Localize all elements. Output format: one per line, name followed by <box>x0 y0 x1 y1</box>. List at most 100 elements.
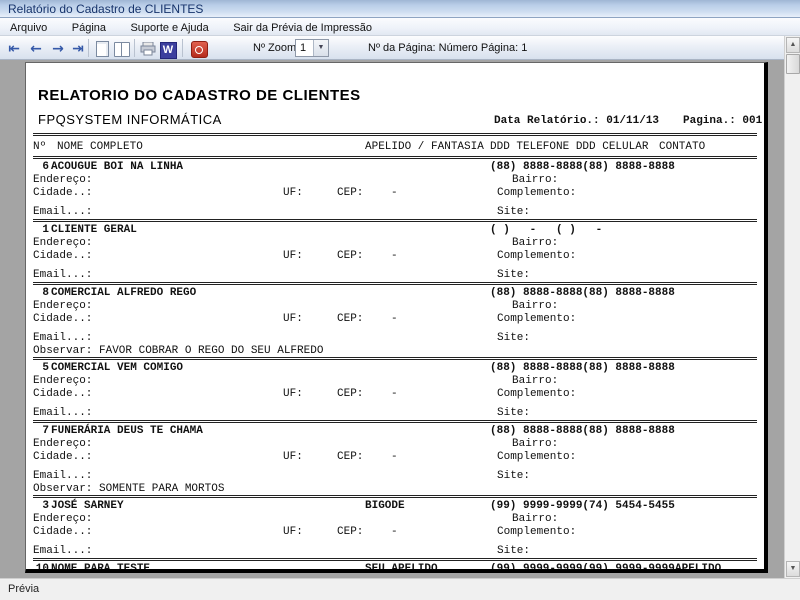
vertical-scrollbar[interactable]: ▲ ▼ <box>784 36 800 578</box>
bairro-label: Bairro: <box>512 438 558 451</box>
email-label: Email...: <box>33 269 92 282</box>
record-address-row: Endereço: Bairro: <box>33 513 757 526</box>
email-label: Email...: <box>33 470 92 483</box>
complemento-label: Complemento: <box>497 451 576 464</box>
report-company: FPQSYSTEM INFORMÁTICA <box>38 112 222 127</box>
record-number: 1 <box>33 224 49 237</box>
email-label: Email...: <box>33 332 92 345</box>
single-page-icon <box>96 41 109 57</box>
bairro-label: Bairro: <box>512 300 558 313</box>
observar-value: SOMENTE PARA MORTOS <box>99 483 224 496</box>
site-label: Site: <box>497 470 530 483</box>
column-header-apelido: APELIDO / FANTASIA <box>365 141 484 154</box>
next-page-button[interactable]: → <box>48 38 68 58</box>
record-name: NOME PARA TESTE <box>51 563 150 569</box>
uf-label: UF: <box>283 388 303 401</box>
record-phone: ( ) - ( ) - <box>490 224 602 237</box>
record-name-row: 5 COMERCIAL VEM COMIGO (88) 8888-8888(88… <box>33 362 757 375</box>
client-record: 3 JOSÉ SARNEY BIGODE (99) 9999-9999(74) … <box>33 498 757 561</box>
bairro-label: Bairro: <box>512 174 558 187</box>
record-name-row: 7 FUNERÁRIA DEUS TE CHAMA (88) 8888-8888… <box>33 425 757 438</box>
scrollbar-thumb[interactable] <box>786 54 800 74</box>
cep-label: CEP: <box>337 250 363 263</box>
site-label: Site: <box>497 545 530 558</box>
scroll-up-icon: ▲ <box>790 41 797 48</box>
record-observar-row: Observar: SOMENTE PARA MORTOS <box>33 483 757 495</box>
preview-area: RELATORIO DO CADASTRO DE CLIENTES FPQSYS… <box>0 60 784 578</box>
cidade-label: Cidade..: <box>33 526 92 539</box>
record-address-row: Endereço: Bairro: <box>33 438 757 451</box>
cidade-label: Cidade..: <box>33 187 92 200</box>
single-page-view-button[interactable] <box>92 38 112 58</box>
cidade-label: Cidade..: <box>33 451 92 464</box>
complemento-label: Complemento: <box>497 388 576 401</box>
scroll-up-button[interactable]: ▲ <box>786 37 800 53</box>
preview-column: ⇤ ← → ⇥ W Nº Zoom <box>0 36 784 578</box>
column-header-num: Nº <box>33 141 46 154</box>
record-contato: APELIDO <box>675 563 721 569</box>
record-email-row: Email...: Site: <box>33 332 757 345</box>
cep-label: CEP: <box>337 388 363 401</box>
titlebar[interactable]: Relatório do Cadastro de CLIENTES <box>0 0 800 18</box>
observar-label: Observar: <box>33 483 92 496</box>
page-info-label: Nº da Página: Número Página: 1 <box>368 42 527 54</box>
record-apelido: BIGODE <box>365 500 405 513</box>
record-name: ACOUGUE BOI NA LINHA <box>51 161 183 174</box>
record-phone: (99) 9999-9999(99) 9999-9999 <box>490 563 675 569</box>
complemento-label: Complemento: <box>497 526 576 539</box>
scroll-down-icon: ▼ <box>790 565 797 572</box>
site-label: Site: <box>497 206 530 219</box>
record-city-row: Cidade..: UF: CEP: - Complemento: <box>33 451 757 464</box>
first-page-icon: ⇤ <box>8 41 20 57</box>
record-email-row: Email...: Site: <box>33 206 757 219</box>
record-phone: (88) 8888-8888(88) 8888-8888 <box>490 425 675 438</box>
record-number: 3 <box>33 500 49 513</box>
previous-page-button[interactable]: ← <box>26 38 46 58</box>
zoom-value: 1 <box>300 42 306 54</box>
record-city-row: Cidade..: UF: CEP: - Complemento: <box>33 526 757 539</box>
record-phone: (88) 8888-8888(88) 8888-8888 <box>490 287 675 300</box>
complemento-label: Complemento: <box>497 187 576 200</box>
record-email-row: Email...: Site: <box>33 545 757 558</box>
cep-label: CEP: <box>337 313 363 326</box>
uf-label: UF: <box>283 250 303 263</box>
export-word-button[interactable]: W <box>158 38 178 58</box>
first-page-button[interactable]: ⇤ <box>4 38 24 58</box>
record-email-row: Email...: Site: <box>33 407 757 420</box>
endereco-label: Endereço: <box>33 375 92 388</box>
zoom-dropdown[interactable]: 1 ▼ <box>295 39 329 57</box>
scroll-down-button[interactable]: ▼ <box>786 561 800 577</box>
report-title: RELATORIO DO CADASTRO DE CLIENTES <box>38 87 361 104</box>
site-label: Site: <box>497 269 530 282</box>
toolbar-separator <box>134 39 135 57</box>
record-city-row: Cidade..: UF: CEP: - Complemento: <box>33 250 757 263</box>
site-label: Site: <box>497 332 530 345</box>
client-record: 8 COMERCIAL ALFREDO REGO (88) 8888-8888(… <box>33 285 757 360</box>
cep-label: CEP: <box>337 451 363 464</box>
statusbar: Prévia <box>0 578 800 600</box>
bairro-label: Bairro: <box>512 237 558 250</box>
close-preview-icon <box>191 41 208 58</box>
cep-dash: - <box>391 187 398 200</box>
cep-dash: - <box>391 313 398 326</box>
next-page-icon: → <box>52 41 64 57</box>
last-page-icon: ⇥ <box>72 41 84 57</box>
close-preview-button[interactable] <box>189 38 209 58</box>
column-header-name: NOME COMPLETO <box>57 141 143 154</box>
cidade-label: Cidade..: <box>33 250 92 263</box>
record-name-row: 6 ACOUGUE BOI NA LINHA (88) 8888-8888(88… <box>33 161 757 174</box>
uf-label: UF: <box>283 526 303 539</box>
record-address-row: Endereço: Bairro: <box>33 174 757 187</box>
record-phone: (99) 9999-9999(74) 5454-5455 <box>490 500 675 513</box>
record-city-row: Cidade..: UF: CEP: - Complemento: <box>33 187 757 200</box>
last-page-button[interactable]: ⇥ <box>68 38 88 58</box>
two-page-view-button[interactable] <box>112 38 132 58</box>
bairro-label: Bairro: <box>512 513 558 526</box>
column-header-phone: DDD TELEFONE DDD CELULAR <box>490 141 648 154</box>
report-page: RELATORIO DO CADASTRO DE CLIENTES FPQSYS… <box>25 62 768 573</box>
record-name-row: 8 COMERCIAL ALFREDO REGO (88) 8888-8888(… <box>33 287 757 300</box>
print-button[interactable] <box>138 38 158 58</box>
record-name-row: 3 JOSÉ SARNEY BIGODE (99) 9999-9999(74) … <box>33 500 757 513</box>
record-number: 8 <box>33 287 49 300</box>
observar-label: Observar: <box>33 345 92 358</box>
